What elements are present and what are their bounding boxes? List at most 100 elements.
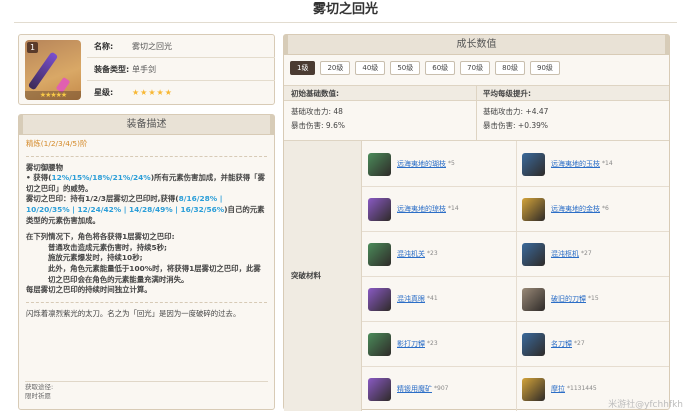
material-item[interactable]: 精锻用魔矿 *907 xyxy=(368,374,448,404)
type-value: 单手剑 xyxy=(132,65,156,74)
material-name[interactable]: 影打刀镡 xyxy=(397,329,425,359)
growth-panel: 成长数值 1级 20级 40级 50级 60级 70级 80级 90级 初始基础数值: 平均每… xyxy=(283,34,670,411)
info-row-rarity: 星级: ★★★★★ xyxy=(87,81,275,104)
growth-header: 成长数值 xyxy=(284,35,669,55)
kageuchi-handguard-icon xyxy=(368,332,391,356)
info-row-name: 名称: 雾切之回光 xyxy=(87,35,275,58)
mystic-ore-icon xyxy=(368,377,391,401)
material-row-divider xyxy=(362,366,669,367)
famed-handguard-icon xyxy=(522,332,545,356)
condition-2: 施放元素爆发时，持续10秒; xyxy=(48,253,143,263)
material-count: *15 xyxy=(588,295,599,302)
material-name[interactable]: 混沌机关 xyxy=(397,239,425,269)
source-label: 获取途径: xyxy=(25,383,54,391)
jade-branch-icon xyxy=(522,152,545,176)
level-tab[interactable]: 40级 xyxy=(355,61,386,75)
weapon-info-panel: 1 ★★★★★ 名称: 雾切之回光 装备类型: 单手剑 星级: ★★★★★ xyxy=(18,34,275,105)
material-name[interactable]: 破旧的刀镡 xyxy=(551,284,586,314)
material-row-divider xyxy=(362,276,669,277)
level-tab[interactable]: 20级 xyxy=(320,61,351,75)
material-item[interactable]: 混沌真眼 *41 xyxy=(368,284,438,314)
material-item[interactable]: 破旧的刀镡 *15 xyxy=(522,284,599,314)
refine-levels: 精炼(1/2/3/4/5)阶 xyxy=(26,139,88,148)
material-count: *41 xyxy=(427,295,438,302)
material-item[interactable]: 远海夷地的瑚枝 *5 xyxy=(368,149,455,179)
material-item[interactable]: 混沌枢机 *27 xyxy=(522,239,592,269)
divider xyxy=(26,301,267,303)
chaos-circuit-icon xyxy=(522,242,545,266)
stat-column-divider xyxy=(476,85,477,141)
mora-icon xyxy=(522,377,545,401)
passive-line-2: 雾切之巴印：持有1/2/3层雾切之巴印时,获得(8/16/28% | 10/20… xyxy=(26,194,265,225)
material-count: *1131445 xyxy=(567,385,597,392)
refine-badge: 1 xyxy=(27,42,38,53)
material-count: *6 xyxy=(602,205,609,212)
jasper-branch-icon xyxy=(368,197,391,221)
material-count: *14 xyxy=(448,205,459,212)
title-divider xyxy=(14,22,677,23)
level-tab[interactable]: 60级 xyxy=(425,61,456,75)
material-count: *23 xyxy=(427,250,438,257)
chaos-core-icon xyxy=(368,287,391,311)
passive-conditions: 在下列情况下，角色将各获得1层雾切之巴印: xyxy=(26,232,175,242)
material-name[interactable]: 远海夷地的瑚枝 xyxy=(397,149,446,179)
base-stats-head: 初始基础数值: xyxy=(291,89,339,98)
passive-value-1: 12%/15%/18%/21%/24% xyxy=(51,173,151,183)
type-label: 装备类型: xyxy=(94,65,130,74)
material-name[interactable]: 远海夷地的玉枝 xyxy=(551,149,600,179)
material-name[interactable]: 远海夷地的琼枝 xyxy=(397,194,446,224)
rarity-label: 星级: xyxy=(94,88,114,97)
material-row-divider xyxy=(362,321,669,322)
chaos-device-icon xyxy=(368,242,391,266)
material-item[interactable]: 名刀镡 *27 xyxy=(522,329,585,359)
material-count: *14 xyxy=(602,160,613,167)
divider xyxy=(26,155,267,157)
description-panel: 装备描述 精炼(1/2/3/4/5)阶 雾切御腰物 • 获得(12%/15%/1… xyxy=(18,114,275,410)
material-item[interactable]: 远海夷地的金枝 *6 xyxy=(522,194,609,224)
page-title: 雾切之回光 xyxy=(312,2,378,17)
passive-title: 雾切御腰物 xyxy=(26,162,63,172)
level-tab[interactable]: 70级 xyxy=(460,61,491,75)
material-item[interactable]: 影打刀镡 *23 xyxy=(368,329,438,359)
material-item[interactable]: 远海夷地的琼枝 *14 xyxy=(368,194,459,224)
level-tabs: 1级 20级 40级 50级 60级 70级 80级 90级 xyxy=(290,61,560,75)
watermark: 米游社@yfchhfkh xyxy=(608,400,683,410)
source-value: 限时祈愿 xyxy=(25,392,51,400)
material-name[interactable]: 摩拉 xyxy=(551,374,565,404)
avg-crit: 暴击伤害: +0.39% xyxy=(483,121,549,130)
base-atk: 基础攻击力: 48 xyxy=(291,107,343,116)
material-item[interactable]: 摩拉 *1131445 xyxy=(522,374,597,404)
coral-branch-icon xyxy=(368,152,391,176)
material-name[interactable]: 混沌枢机 xyxy=(551,239,579,269)
flavor-text: 闪烁着凛烈紫光的太刀。名之为「回光」是因为一度破碎的过去。 xyxy=(26,308,241,318)
weapon-thumbnail: 1 ★★★★★ xyxy=(25,40,81,100)
material-count: *5 xyxy=(448,160,455,167)
avg-atk: 基础攻击力: +4.47 xyxy=(483,107,549,116)
old-handguard-icon xyxy=(522,287,545,311)
material-name[interactable]: 名刀镡 xyxy=(551,329,572,359)
material-item[interactable]: 混沌机关 *23 xyxy=(368,239,438,269)
passive-line-1: • 获得(12%/15%/18%/21%/24%)所有元素伤害加成，并能获得「雾… xyxy=(26,173,265,193)
level-tab[interactable]: 90级 xyxy=(530,61,560,75)
stack-note: 每层雾切之巴印的持续时间独立计算。 xyxy=(26,285,152,295)
sword-icon xyxy=(27,51,59,91)
page-root: 雾切之回光 1 ★★★★★ 名称: 雾切之回光 装备类型: 单手剑 星级: ★★… xyxy=(0,0,691,416)
base-crit: 暴击伤害: 9.6% xyxy=(291,121,345,130)
material-name[interactable]: 远海夷地的金枝 xyxy=(551,194,600,224)
name-value: 雾切之回光 xyxy=(132,42,172,51)
condition-1: 普通攻击造成元素伤害时，持续5秒; xyxy=(48,242,167,252)
level-tab[interactable]: 80级 xyxy=(495,61,525,75)
material-row-divider xyxy=(362,186,669,187)
level-tab[interactable]: 1级 xyxy=(290,61,316,75)
material-row-divider xyxy=(362,231,669,232)
source-block: 获取途径: 限时祈愿 xyxy=(25,383,53,401)
thumbnail-stars: ★★★★★ xyxy=(25,91,81,100)
material-item[interactable]: 远海夷地的玉枝 *14 xyxy=(522,149,613,179)
avg-stats-head: 平均每级提升: xyxy=(483,89,531,98)
golden-branch-icon xyxy=(522,197,545,221)
material-count: *23 xyxy=(427,340,438,347)
description-header: 装备描述 xyxy=(19,115,274,135)
level-tab[interactable]: 50级 xyxy=(390,61,421,75)
material-name[interactable]: 混沌真眼 xyxy=(397,284,425,314)
material-name[interactable]: 精锻用魔矿 xyxy=(397,374,432,404)
